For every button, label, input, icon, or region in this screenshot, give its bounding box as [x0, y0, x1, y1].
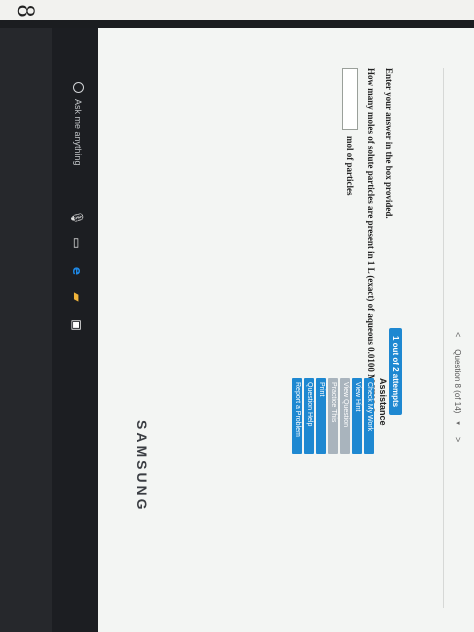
prev-question-button[interactable]: < [453, 328, 463, 341]
check-my-work-button[interactable]: Check My Work [364, 378, 374, 454]
report-problem-button[interactable]: Report a Problem [292, 378, 302, 454]
answer-input[interactable] [342, 68, 358, 130]
next-question-button[interactable]: > [453, 433, 463, 446]
cortana-icon [73, 82, 84, 93]
instructions-text: Enter your answer in the box provided. [384, 68, 394, 219]
store-icon[interactable]: ▣ [70, 318, 84, 332]
paper-strip: 8. [0, 0, 474, 25]
file-explorer-icon[interactable]: ▰ [70, 290, 84, 304]
question-help-button[interactable]: Question Help [304, 378, 314, 454]
view-question-button[interactable]: View Question [340, 378, 350, 454]
monitor-brand: SAMSUNG [134, 420, 150, 513]
task-view-icon[interactable]: ▭ [70, 236, 84, 250]
taskbar-search[interactable]: Ask me anything [73, 82, 84, 166]
attempts-badge: 1 out of 2 attempts [389, 328, 402, 416]
answer-row: mol of particles [342, 68, 358, 195]
header-divider [443, 68, 444, 608]
search-placeholder: Ask me anything [73, 99, 84, 166]
question-prompt: How many moles of solute particles are p… [366, 68, 376, 413]
taskbar-content: Ask me anything 🎙 ▭ e ▰ ▣ [52, 28, 98, 632]
assistance-title: Assistance [378, 378, 388, 426]
chevron-down-icon[interactable]: ▾ [454, 421, 462, 425]
question-navigation: < Question 8 (of 14) ▾ > [450, 328, 466, 446]
browser-content: < Question 8 (of 14) ▾ > Enter your answ… [98, 28, 474, 632]
edge-browser-icon[interactable]: e [70, 264, 84, 278]
assistance-buttons: Check My Work View Hint View Question Pr… [292, 378, 374, 454]
answer-unit: mol of particles [345, 136, 355, 196]
microphone-icon[interactable]: 🎙 [70, 210, 84, 225]
question-counter[interactable]: Question 8 (of 14) [454, 349, 463, 413]
view-hint-button[interactable]: View Hint [352, 378, 362, 454]
screen-edge [0, 28, 52, 632]
practice-question-button[interactable]: Practice This Question [320, 378, 338, 454]
print-button[interactable]: Print [316, 378, 326, 454]
